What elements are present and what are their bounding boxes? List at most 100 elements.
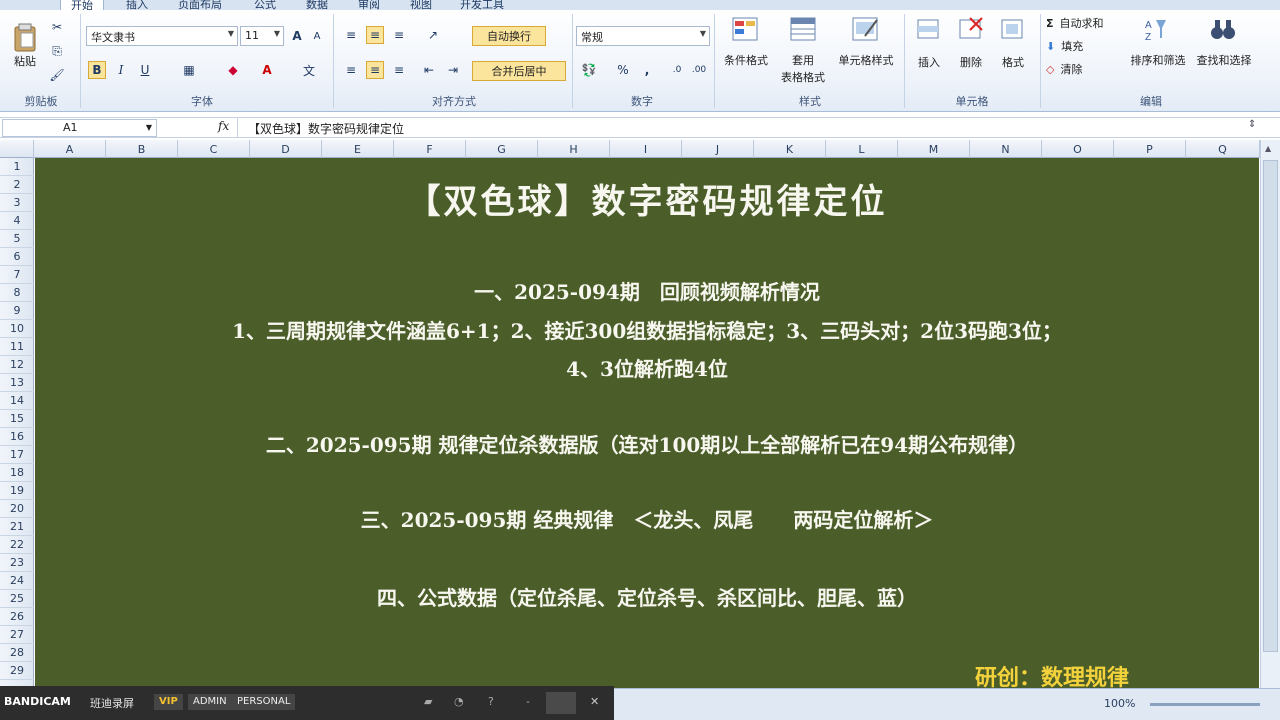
row-header[interactable]: 14 [0, 392, 34, 410]
phonetic-icon[interactable]: 文 [300, 61, 318, 79]
row-header[interactable]: 26 [0, 608, 34, 626]
row-header[interactable]: 15 [0, 410, 34, 428]
underline-button[interactable]: U [136, 61, 154, 79]
collapse-button[interactable] [546, 692, 576, 714]
wrap-text-button[interactable]: 自动换行 [472, 26, 546, 46]
row-header[interactable]: 12 [0, 356, 34, 374]
select-all-corner[interactable] [0, 140, 34, 158]
grow-font-icon[interactable]: A [288, 27, 306, 45]
col-header[interactable]: B [106, 140, 178, 158]
row-header[interactable]: 20 [0, 500, 34, 518]
sort-filter-icon[interactable]: AZ [1142, 16, 1172, 44]
align-top-icon[interactable]: ≡ [342, 26, 360, 44]
align-bottom-icon[interactable]: ≡ [390, 26, 408, 44]
help-button[interactable]: ? [488, 695, 494, 708]
col-header[interactable]: L [826, 140, 898, 158]
bold-button[interactable]: B [88, 61, 106, 79]
row-header[interactable]: 4 [0, 212, 34, 230]
align-right-icon[interactable]: ≡ [390, 61, 408, 79]
fx-icon[interactable]: fx [218, 119, 229, 133]
admin-badge[interactable]: ADMIN [188, 694, 232, 710]
zoom-slider[interactable] [1150, 703, 1260, 706]
font-family-select[interactable]: 华文隶书 ▼ [86, 26, 238, 46]
col-header[interactable]: D [250, 140, 322, 158]
row-header[interactable]: 1 [0, 158, 34, 176]
align-middle-icon[interactable]: ≡ [366, 26, 384, 44]
binoculars-icon[interactable] [1208, 16, 1238, 44]
row-header[interactable]: 5 [0, 230, 34, 248]
format-cells-icon[interactable] [998, 16, 1028, 44]
col-header[interactable]: G [466, 140, 538, 158]
col-header[interactable]: O [1042, 140, 1114, 158]
scroll-up-icon[interactable]: ▲ [1265, 144, 1271, 153]
percent-button[interactable]: % [614, 61, 632, 79]
currency-icon[interactable]: 💱 [580, 61, 598, 79]
row-header[interactable]: 28 [0, 644, 34, 662]
col-header[interactable]: Q [1186, 140, 1260, 158]
col-header[interactable]: M [898, 140, 970, 158]
zoom-level[interactable]: 100% [1104, 697, 1135, 710]
format-painter-icon[interactable]: 🖌 [48, 66, 66, 84]
row-header[interactable]: 27 [0, 626, 34, 644]
row-header[interactable]: 17 [0, 446, 34, 464]
border-icon[interactable]: ▦ [180, 61, 198, 79]
number-format-select[interactable]: 常规 ▼ [576, 26, 710, 46]
clock-icon[interactable]: ◔ [454, 695, 464, 708]
row-header[interactable]: 10 [0, 320, 34, 338]
merge-center-button[interactable]: 合并后居中 [472, 61, 566, 81]
formula-input[interactable]: 【双色球】数字密码规律定位 [248, 120, 404, 137]
vip-badge[interactable]: VIP [154, 694, 183, 710]
personal-badge[interactable]: PERSONAL [232, 694, 296, 710]
row-header[interactable]: 21 [0, 518, 34, 536]
row-header[interactable]: 19 [0, 482, 34, 500]
col-header[interactable]: C [178, 140, 250, 158]
delete-cells-icon[interactable] [956, 16, 986, 44]
align-left-icon[interactable]: ≡ [342, 61, 360, 79]
col-header[interactable]: K [754, 140, 826, 158]
tab-home[interactable]: 开始 [60, 0, 104, 12]
table-format-icon[interactable] [789, 16, 819, 44]
orientation-icon[interactable]: ↗ [424, 26, 442, 44]
row-header[interactable]: 18 [0, 464, 34, 482]
font-size-select[interactable]: 11 ▼ [240, 26, 284, 46]
row-header[interactable]: 25 [0, 590, 34, 608]
row-header[interactable]: 11 [0, 338, 34, 356]
row-header[interactable]: 13 [0, 374, 34, 392]
fill-color-icon[interactable]: ◆ [224, 61, 242, 79]
vertical-scrollbar[interactable]: ▲ [1260, 140, 1280, 688]
row-header[interactable]: 2 [0, 176, 34, 194]
row-header[interactable]: 6 [0, 248, 34, 266]
row-header[interactable]: 8 [0, 284, 34, 302]
row-header[interactable]: 9 [0, 302, 34, 320]
scroll-thumb[interactable] [1263, 160, 1278, 652]
copy-icon[interactable]: ⎘ [48, 42, 66, 60]
font-color-icon[interactable]: A [258, 61, 276, 79]
row-header[interactable]: 7 [0, 266, 34, 284]
merged-cell-area[interactable]: 【双色球】数字密码规律定位 一、2025-094期 回顾视频解析情况 1、三周期… [35, 158, 1259, 688]
cut-icon[interactable]: ✂ [48, 18, 66, 36]
expand-formula-icon[interactable]: ⇕ [1248, 119, 1256, 130]
col-header[interactable]: I [610, 140, 682, 158]
row-header[interactable]: 3 [0, 194, 34, 212]
col-header[interactable]: F [394, 140, 466, 158]
col-header[interactable]: A [34, 140, 106, 158]
italic-button[interactable]: I [112, 61, 130, 79]
col-header[interactable]: P [1114, 140, 1186, 158]
col-header[interactable]: J [682, 140, 754, 158]
row-header[interactable]: 24 [0, 572, 34, 590]
row-header[interactable]: 22 [0, 536, 34, 554]
cell-styles-icon[interactable] [851, 16, 881, 44]
conditional-format-icon[interactable] [731, 16, 761, 44]
insert-cells-icon[interactable] [914, 16, 944, 44]
decrease-indent-icon[interactable]: ⇤ [420, 61, 438, 79]
increase-indent-icon[interactable]: ⇥ [444, 61, 462, 79]
align-center-icon[interactable]: ≡ [366, 61, 384, 79]
row-header[interactable]: 23 [0, 554, 34, 572]
increase-decimal-icon[interactable]: .0 [668, 61, 686, 79]
paste-button[interactable]: 粘贴 [8, 16, 42, 76]
col-header[interactable]: H [538, 140, 610, 158]
folder-icon[interactable]: ▰ [424, 695, 432, 708]
autosum-button[interactable]: Σ 自动求和 [1046, 14, 1130, 32]
shrink-font-icon[interactable]: A [308, 27, 326, 45]
name-box[interactable]: A1 ▼ [2, 119, 157, 137]
